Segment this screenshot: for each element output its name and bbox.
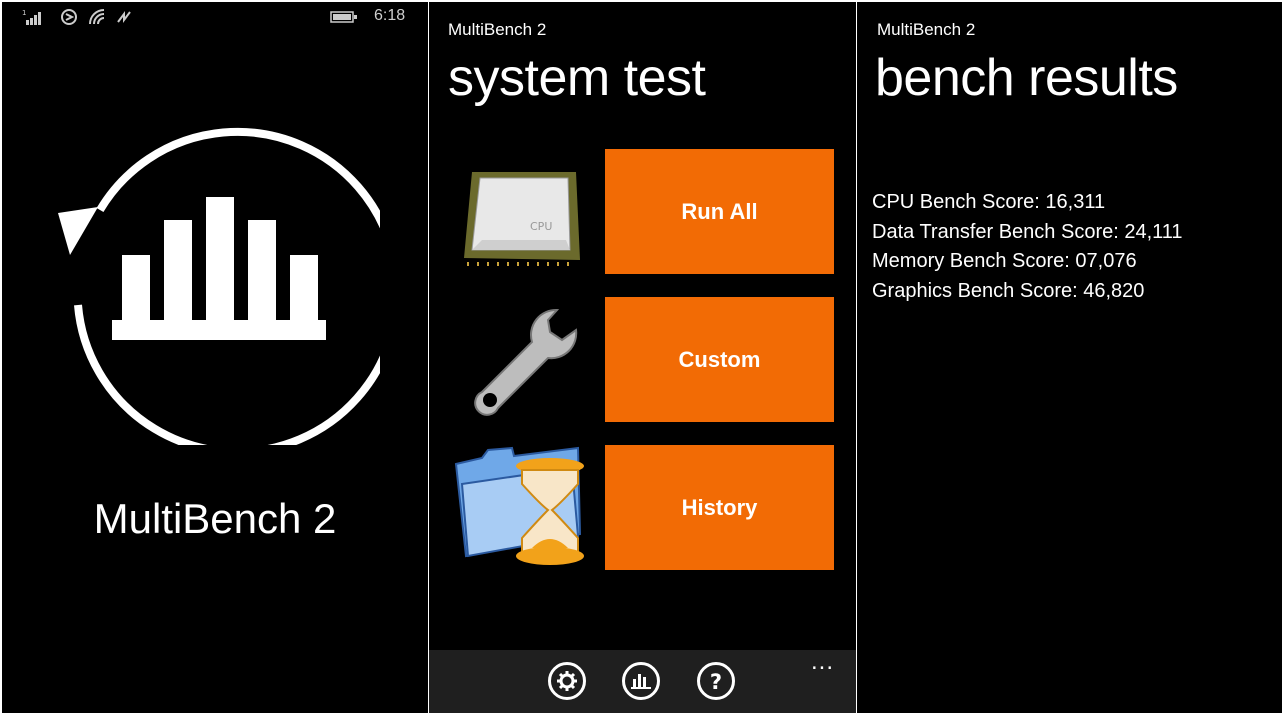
settings-icon (557, 671, 577, 691)
results-button[interactable] (622, 662, 660, 700)
svg-text:1: 1 (22, 9, 26, 17)
help-button[interactable]: ? (697, 662, 735, 700)
clock: 6:18 (374, 7, 406, 24)
more-button[interactable]: ... (811, 648, 834, 676)
splash-app-name: MultiBench 2 (93, 495, 337, 542)
graphics-score: Graphics Bench Score: 46,820 (872, 280, 1145, 302)
signal-icon: 1 (22, 9, 41, 25)
custom-tile[interactable]: Custom (605, 297, 834, 422)
battery-icon (330, 11, 357, 23)
cpu-icon: CPU (464, 172, 580, 266)
refresh-chart-icon (58, 127, 380, 445)
help-icon: ? (710, 670, 722, 692)
results-title: bench results (875, 49, 1178, 107)
cpu-score: CPU Bench Score: 16,311 (872, 191, 1106, 213)
data-transfer-score: Data Transfer Bench Score: 24,111 (872, 221, 1183, 243)
chart-icon (631, 674, 651, 689)
wifi-icon (89, 9, 105, 25)
svg-text:?: ? (710, 670, 722, 692)
data-icon (117, 11, 131, 23)
svg-text:CPU: CPU (530, 220, 552, 233)
settings-button[interactable] (548, 662, 586, 700)
bench-results-panel (857, 2, 1282, 713)
app-title: MultiBench 2 (448, 20, 547, 39)
memory-score: Memory Bench Score: 07,076 (872, 250, 1137, 272)
history-tile[interactable]: History (605, 445, 834, 570)
folder-hourglass-icon (454, 446, 584, 565)
results-app-title: MultiBench 2 (877, 20, 976, 39)
page-title: system test (448, 49, 706, 107)
run-all-tile[interactable]: Run All (605, 149, 834, 274)
wrench-icon (474, 308, 578, 416)
sync-icon (61, 9, 77, 25)
